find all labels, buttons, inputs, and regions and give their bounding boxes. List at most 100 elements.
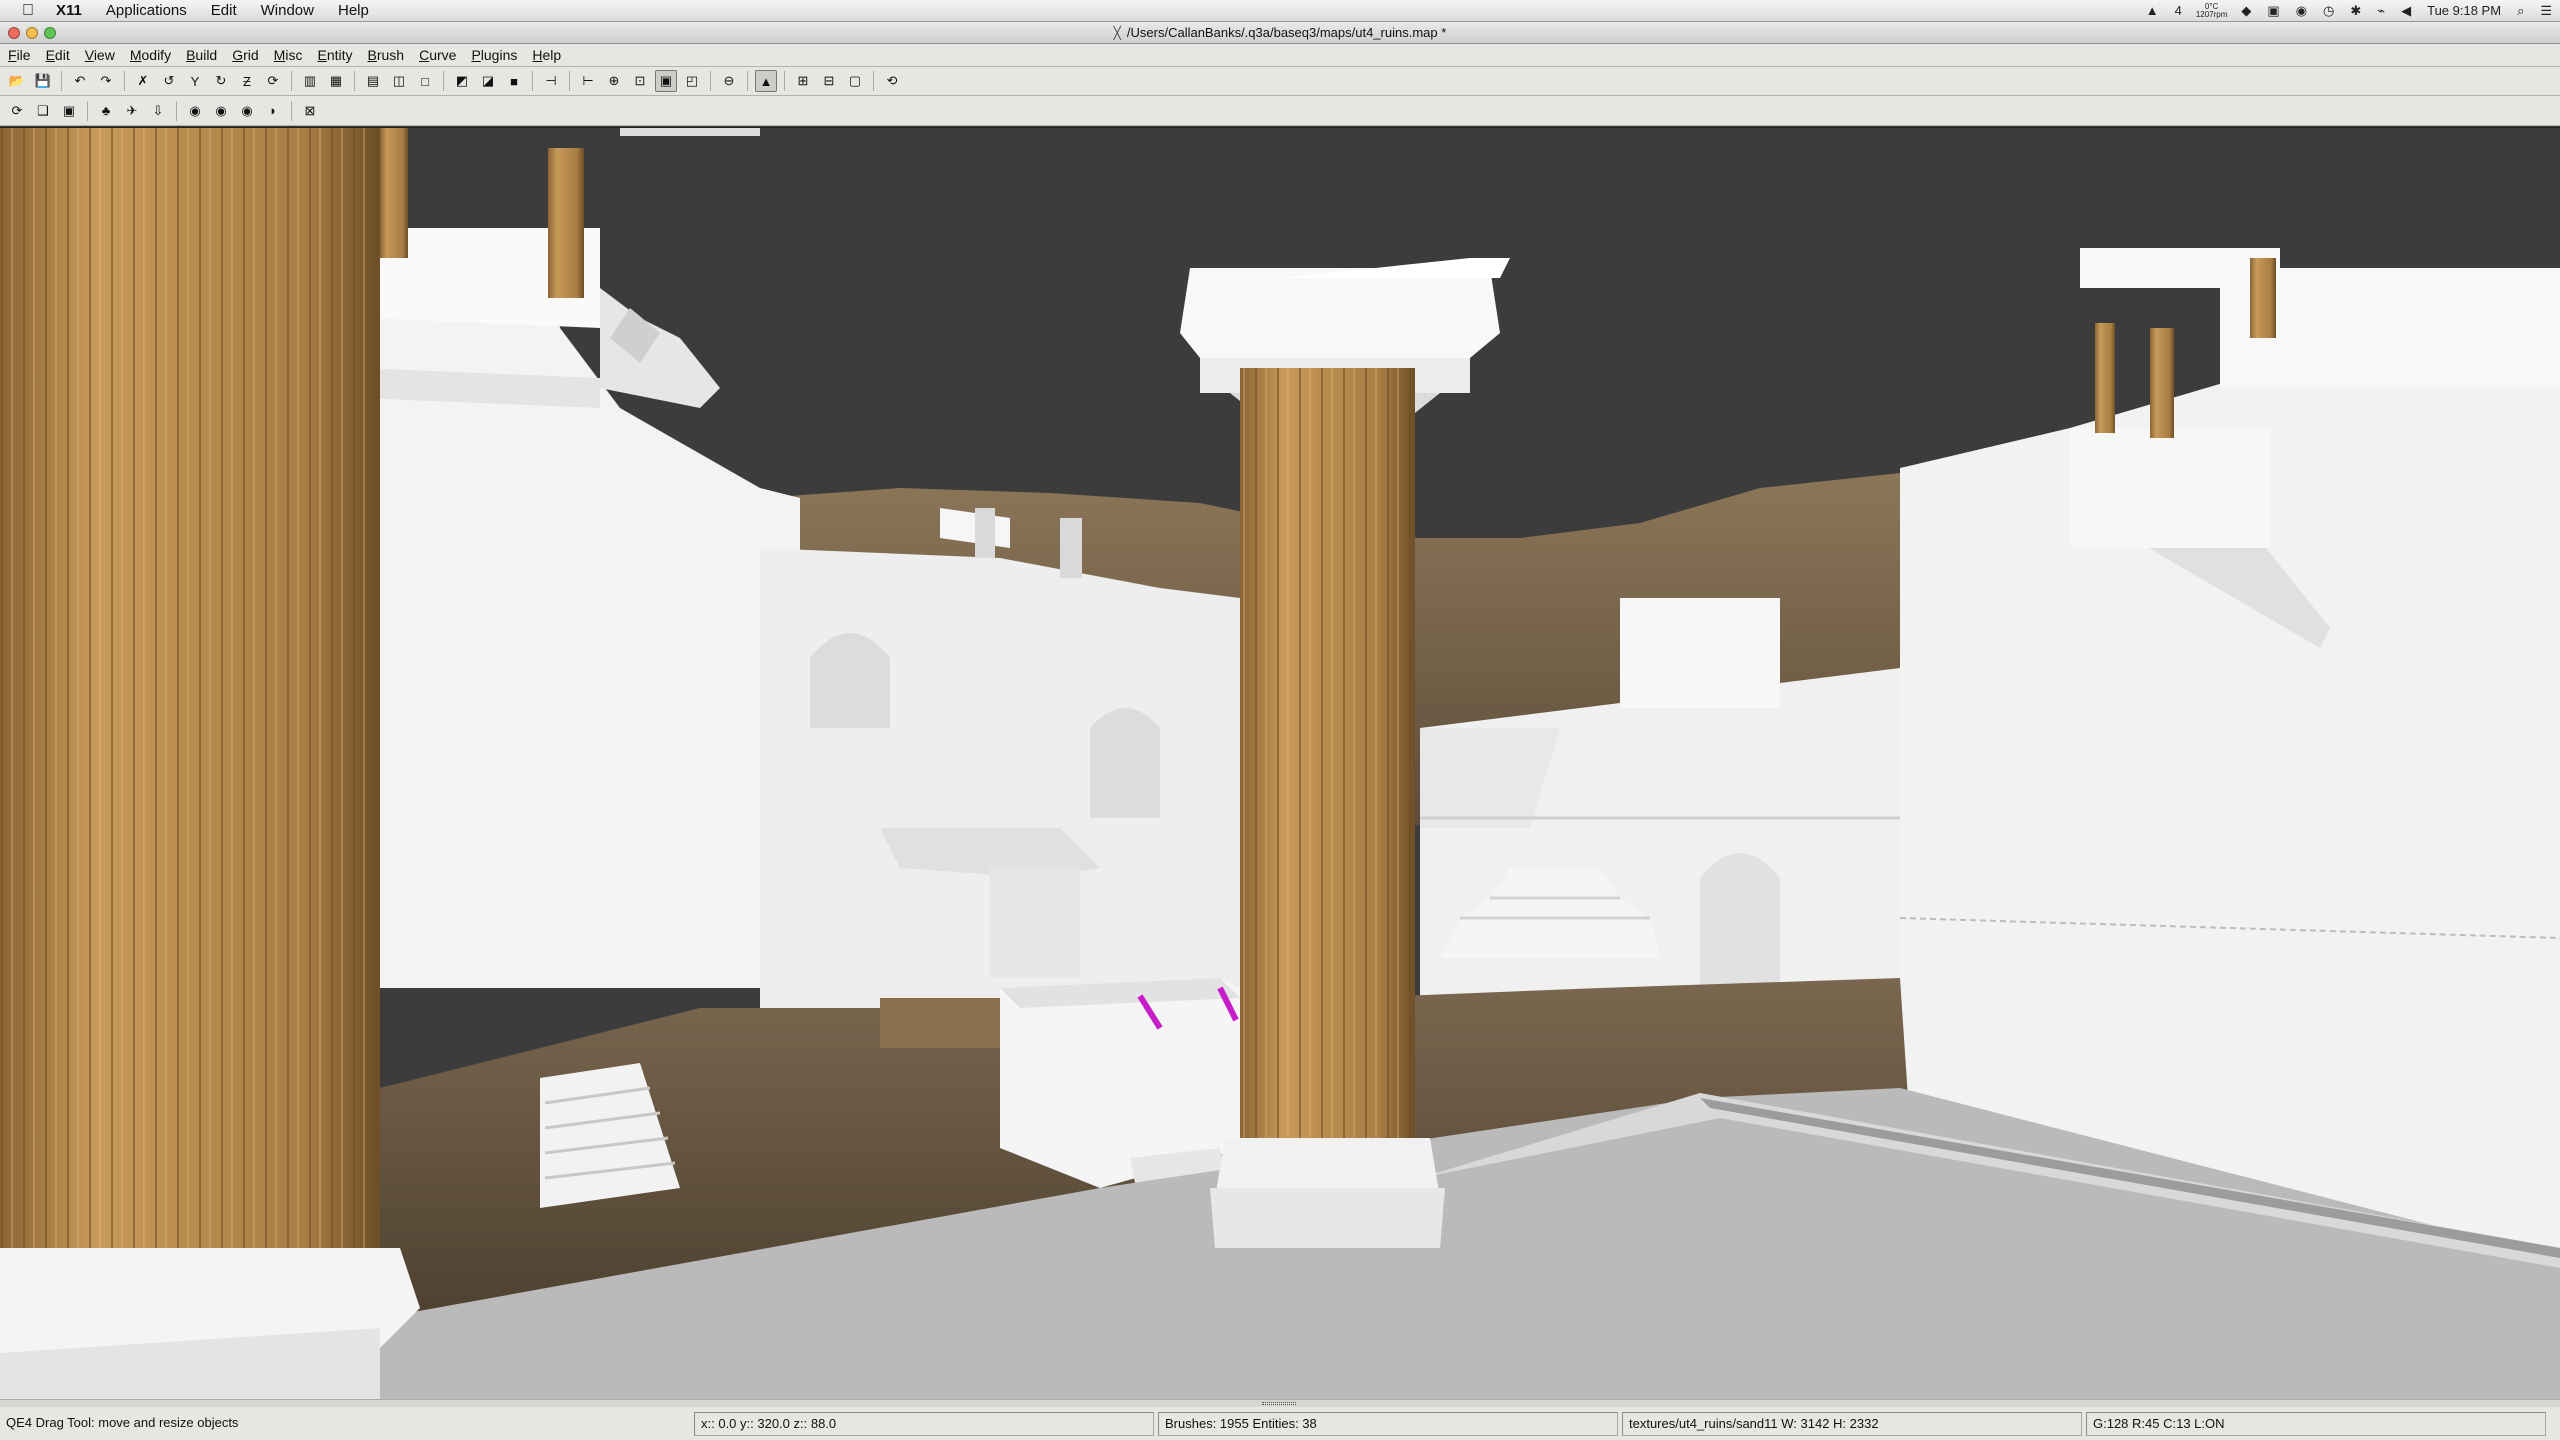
wifi-icon[interactable]: ⌁ (2369, 3, 2393, 19)
fan-speed-value: 1207rpm (2195, 9, 2228, 19)
surface-inspector-icon[interactable]: ⊟ (818, 70, 840, 92)
plugin-arrow-icon[interactable]: ⇩ (147, 100, 169, 122)
adobe-icon[interactable]: ▲ (2138, 3, 2167, 18)
toolbar-separator (569, 71, 570, 91)
time-machine-icon[interactable]: ◷ (2315, 3, 2342, 19)
toolbar-separator (124, 71, 125, 91)
menu-curve[interactable]: Curve (411, 47, 463, 63)
clipper-icon[interactable]: ■ (503, 70, 525, 92)
main-toolbar: 📂 💾 ↶ ↷ ✗ ↺ Y ↻ Ƶ ⟳ ▥ ▦ ▤ ◫ □ ◩ ◪ ■ ⊣ ⊢ ⊕ ⊡ ▣ ◰ ⊖ ▲ ⊞ ⊟ ▢ ⟲ (0, 67, 2560, 96)
patch-inspector-icon[interactable]: ⊞ (792, 70, 814, 92)
plugin-camera-icon[interactable]: ✈ (121, 100, 143, 122)
select-partial-icon[interactable]: ◫ (388, 70, 410, 92)
drag-edge-icon[interactable]: ◰ (681, 70, 703, 92)
flip-y-icon[interactable]: Y (184, 70, 206, 92)
plugin-no-icon[interactable]: ⊠ (299, 100, 321, 122)
plugin-tree-icon[interactable]: ♣ (95, 100, 117, 122)
rotate-z-icon[interactable]: ⟳ (262, 70, 284, 92)
texture-view-icon[interactable]: ⊢ (577, 70, 599, 92)
clock[interactable]: Tue 9:18 PM (2419, 3, 2509, 18)
temperature-readout[interactable]: 0°C 1207rpm (2190, 2, 2234, 19)
toolbar-separator (176, 100, 177, 121)
drag-vertex-icon[interactable]: ▣ (655, 70, 677, 92)
window-controls (8, 27, 56, 39)
toolbar-separator (710, 71, 711, 91)
plugin-brush-icon[interactable]: ❑ (32, 100, 54, 122)
rotate-x-icon[interactable]: ↺ (158, 70, 180, 92)
plugin-cat4-icon[interactable]: ◗ (262, 100, 284, 122)
menu-window[interactable]: Window (249, 0, 326, 22)
texture-lock-icon[interactable]: ⊖ (718, 70, 740, 92)
select-complete-tall-icon[interactable]: ▥ (299, 70, 321, 92)
menu-app-name[interactable]: X11 (44, 0, 94, 22)
select-inside-icon[interactable]: ▤ (362, 70, 384, 92)
toolbar-separator (291, 71, 292, 91)
toolbar-separator (61, 71, 62, 91)
select-touching-icon[interactable]: ▦ (325, 70, 347, 92)
menu-entity[interactable]: Entity (309, 47, 359, 63)
entity-window-icon[interactable]: ▢ (844, 70, 866, 92)
refresh-shaders-icon[interactable]: ⟲ (881, 70, 903, 92)
menu-help-app[interactable]: Help (524, 47, 568, 63)
menu-grid[interactable]: Grid (224, 47, 265, 63)
plugin-cat1-icon[interactable]: ◉ (184, 100, 206, 122)
menu-applications[interactable]: Applications (94, 0, 199, 22)
pane-splitter[interactable] (0, 1399, 2560, 1407)
camera-move-icon[interactable]: ⊡ (629, 70, 651, 92)
app-menu-bar: File Edit View Modify Build Grid Misc En… (0, 44, 2560, 67)
show-entities-icon[interactable]: ▲ (755, 70, 777, 92)
badge-count[interactable]: 4 (2167, 3, 2190, 18)
csg-merge-icon[interactable]: ◩ (451, 70, 473, 92)
toolbar-separator (873, 71, 874, 91)
close-window-button[interactable] (8, 27, 20, 39)
menu-build[interactable]: Build (178, 47, 224, 63)
menu-edit[interactable]: Edit (199, 0, 249, 22)
window-title-bar[interactable]: ╳ /Users/CallanBanks/.q3a/baseq3/maps/ut… (0, 22, 2560, 44)
change-view-icon[interactable]: ⊣ (540, 70, 562, 92)
flip-z-icon[interactable]: Ƶ (236, 70, 258, 92)
volume-icon[interactable]: ◀ (2393, 3, 2419, 19)
redo-icon[interactable]: ↷ (95, 70, 117, 92)
small-column (380, 128, 408, 258)
plugin-prt-icon[interactable]: ▣ (58, 100, 80, 122)
plugin-cat2-icon[interactable]: ◉ (210, 100, 232, 122)
minimize-window-button[interactable] (26, 27, 38, 39)
notification-center-icon[interactable]: ☰ (2532, 3, 2560, 19)
hollow-icon[interactable]: ◪ (477, 70, 499, 92)
status-coordinates: x:: 0.0 y:: 320.0 z:: 88.0 (694, 1411, 1154, 1436)
flip-x-icon[interactable]: ✗ (132, 70, 154, 92)
apple-menu-icon[interactable]:  (0, 0, 44, 22)
dropbox-icon[interactable]: ◆ (2233, 3, 2259, 19)
toolbar-separator (291, 100, 292, 121)
cube-clip-icon[interactable]: ⊕ (603, 70, 625, 92)
plugin-cat3-icon[interactable]: ◉ (236, 100, 258, 122)
status-bar: QE4 Drag Tool: move and resize objects x… (0, 1407, 2560, 1440)
menu-brush[interactable]: Brush (360, 47, 412, 63)
rotate-y-icon[interactable]: ↻ (210, 70, 232, 92)
plugin-bobtoolz-icon[interactable]: ⟳ (6, 100, 28, 122)
csg-subtract-icon[interactable]: □ (414, 70, 436, 92)
menu-help[interactable]: Help (326, 0, 381, 22)
arch-window (810, 633, 890, 728)
spotlight-search-icon[interactable]: ⌕ (2509, 3, 2532, 19)
bluetooth-icon[interactable]: ✱ (2342, 3, 2369, 19)
save-icon[interactable]: 💾 (32, 70, 54, 92)
menu-file[interactable]: File (0, 47, 38, 63)
evernote-icon[interactable]: ◉ (2288, 3, 2315, 19)
menu-misc[interactable]: Misc (266, 47, 310, 63)
menu-edit[interactable]: Edit (38, 47, 77, 63)
nvidia-icon[interactable]: ▣ (2259, 3, 2287, 19)
toolbar-separator (532, 71, 533, 91)
menu-view[interactable]: View (77, 47, 122, 63)
small-column (2250, 258, 2276, 338)
camera-3d-viewport[interactable] (0, 127, 2560, 1399)
zoom-window-button[interactable] (44, 27, 56, 39)
open-folder-icon[interactable]: 📂 (6, 70, 28, 92)
arch-window (1090, 708, 1160, 818)
menu-modify[interactable]: Modify (122, 47, 178, 63)
splitter-grip-icon[interactable] (1262, 1402, 1296, 1405)
undo-icon[interactable]: ↶ (69, 70, 91, 92)
left-column (0, 128, 420, 1399)
menu-plugins[interactable]: Plugins (463, 47, 524, 63)
toolbar-separator (747, 71, 748, 91)
